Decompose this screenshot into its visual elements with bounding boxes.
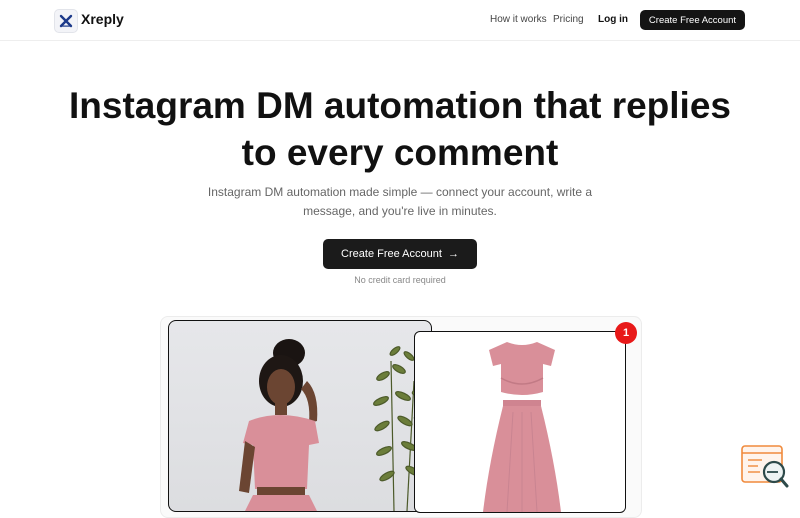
no-credit-card-note: No credit card required xyxy=(354,275,446,285)
nav-link-pricing[interactable]: Pricing xyxy=(553,14,584,25)
hero-title-line-1: Instagram DM automation that replies xyxy=(69,85,731,126)
arrow-right-icon: → xyxy=(447,248,459,260)
hero-cta-label: Create Free Account xyxy=(341,248,442,260)
x-logo-icon xyxy=(59,14,73,28)
support-chat-widget[interactable] xyxy=(740,444,790,490)
brand-name[interactable]: Xreply xyxy=(81,11,124,27)
support-chat-icon xyxy=(741,445,789,488)
model-photo-illustration xyxy=(239,339,429,511)
product-image xyxy=(483,342,561,512)
hero-subtitle: Instagram DM automation made simple — co… xyxy=(207,185,593,218)
logo[interactable] xyxy=(54,9,78,33)
nav-link-how-it-works[interactable]: How it works xyxy=(490,14,547,25)
nav-link-login[interactable]: Log in xyxy=(598,14,628,25)
instagram-post-photo xyxy=(168,320,432,512)
hero-title-line-2: to every comment xyxy=(241,132,559,173)
notification-badge: 1 xyxy=(615,322,637,344)
product-card xyxy=(414,331,626,513)
hero-title: Instagram DM automation that replies to … xyxy=(0,82,800,176)
create-account-nav-button[interactable]: Create Free Account xyxy=(640,10,745,30)
top-navbar: Xreply How it works Pricing Log in Creat… xyxy=(0,0,800,41)
create-account-hero-button[interactable]: Create Free Account → xyxy=(323,239,477,269)
